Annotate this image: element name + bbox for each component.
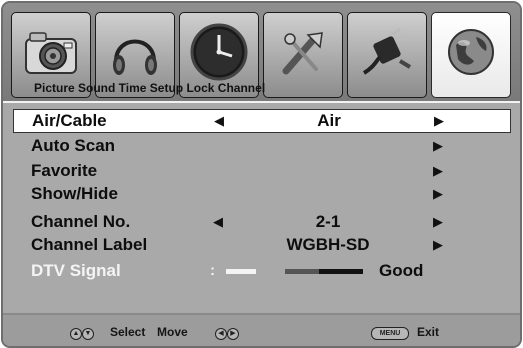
- headphones-icon: [113, 39, 157, 75]
- footer-move-text: Move: [157, 325, 188, 339]
- menu-row-dtv-signal: DTV Signal : Good: [13, 260, 511, 284]
- favorite-label: Favorite: [31, 161, 98, 180]
- right-arrow-icon[interactable]: ▶: [433, 186, 443, 202]
- air-cable-value: Air: [317, 111, 341, 130]
- tab-labels: Picture Sound Time Setup Lock Channel: [34, 81, 266, 95]
- tab-lock[interactable]: [347, 12, 427, 98]
- footer-select-text: Select: [110, 325, 146, 339]
- signal-bar-weak: [226, 269, 256, 274]
- channel-label-label: Channel Label: [31, 235, 148, 254]
- left-arrow-icon[interactable]: ◀: [213, 214, 223, 230]
- menu-row-channel-no[interactable]: Channel No. ◀ 2-1 ▶: [13, 211, 511, 235]
- menu-row-air-cable[interactable]: Air/Cable ◀ Air ▶: [13, 109, 511, 133]
- category-tab-bar: Picture Sound Time Setup Lock Channel: [3, 3, 520, 103]
- globe-icon: [448, 29, 494, 75]
- clock-icon: [190, 23, 248, 81]
- left-arrow-icon[interactable]: ◀: [214, 113, 224, 129]
- footer-exit-text: Exit: [417, 325, 440, 339]
- menu-row-channel-label[interactable]: Channel Label WGBH-SD ▶: [13, 234, 511, 258]
- tv-menu-frame: Picture Sound Time Setup Lock Channel Ai…: [1, 1, 522, 348]
- channel-no-value: 2-1: [315, 212, 341, 231]
- show-hide-label: Show/Hide: [31, 184, 118, 203]
- left-button-icon: ◀: [215, 328, 227, 340]
- dtv-signal-label: DTV Signal: [31, 261, 121, 280]
- right-button-icon: ▶: [227, 328, 239, 340]
- right-arrow-icon[interactable]: ▶: [433, 237, 443, 253]
- right-arrow-icon[interactable]: ▶: [433, 163, 443, 179]
- down-button-icon: ▼: [82, 328, 94, 340]
- signal-bar-mid: [285, 269, 319, 274]
- menu-row-favorite[interactable]: Favorite ▶: [13, 160, 511, 184]
- menu-row-show-hide[interactable]: Show/Hide ▶: [13, 183, 511, 207]
- signal-bar-strong: [319, 269, 363, 274]
- plug-icon: [362, 27, 412, 75]
- menu-button-icon: MENU: [371, 327, 409, 340]
- tab-setup[interactable]: [263, 12, 343, 98]
- right-arrow-icon[interactable]: ▶: [434, 113, 444, 129]
- air-cable-label: Air/Cable: [32, 111, 107, 130]
- camera-icon: [25, 32, 77, 74]
- channel-no-label: Channel No.: [31, 212, 131, 231]
- menu-row-auto-scan[interactable]: Auto Scan ▶: [13, 135, 511, 159]
- right-arrow-icon[interactable]: ▶: [433, 138, 443, 154]
- tools-icon: [282, 32, 323, 75]
- up-button-icon: ▲: [70, 328, 82, 340]
- right-arrow-icon[interactable]: ▶: [433, 214, 443, 230]
- footer-help-bar: ▲ ▼ Select Move ◀ ▶ MENU Exit: [3, 313, 520, 346]
- signal-colon: :: [210, 262, 215, 279]
- tab-channel[interactable]: [431, 12, 511, 98]
- dtv-signal-value: Good: [379, 261, 424, 280]
- channel-label-value: WGBH-SD: [286, 235, 370, 254]
- auto-scan-label: Auto Scan: [31, 136, 116, 155]
- channel-menu: Air/Cable ◀ Air ▶ Auto Scan ▶ Favorite ▶…: [3, 103, 520, 311]
